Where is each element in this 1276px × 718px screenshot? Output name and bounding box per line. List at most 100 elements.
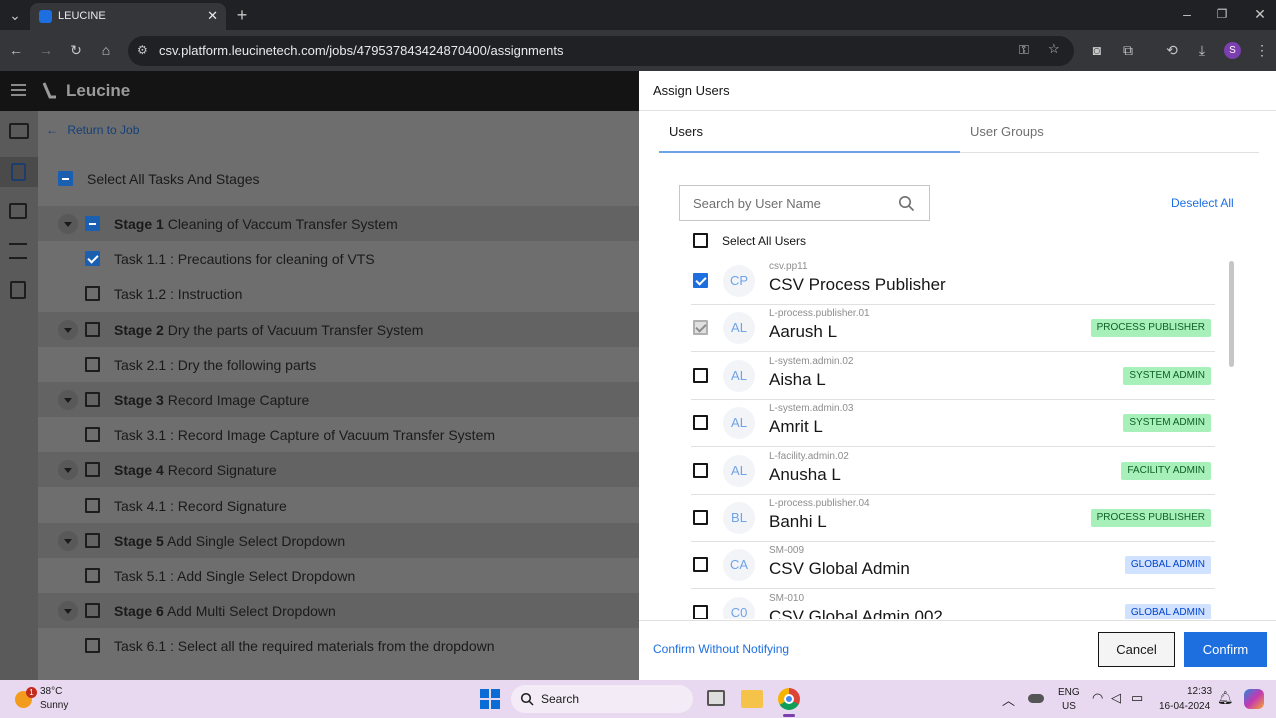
- stage-checkbox[interactable]: [85, 392, 100, 407]
- language-line1[interactable]: ENG: [1058, 687, 1080, 698]
- return-to-job-link[interactable]: ← Return to Job: [46, 123, 139, 137]
- hierarchy-icon[interactable]: [9, 243, 27, 259]
- task-row[interactable]: Task 1.2 : Instruction: [38, 276, 639, 311]
- stage-collapse-chevron-icon[interactable]: [58, 214, 78, 234]
- user-checkbox[interactable]: [693, 367, 708, 383]
- user-row[interactable]: CA SM-009 CSV Global Admin GLOBAL ADMIN: [691, 542, 1215, 590]
- inbox-icon[interactable]: [9, 123, 29, 139]
- bookmark-star-icon[interactable]: ☆: [1048, 41, 1060, 57]
- address-bar[interactable]: ⚙ csv.platform.leucinetech.com/jobs/4795…: [128, 36, 1074, 66]
- stage-collapse-chevron-icon[interactable]: [58, 390, 78, 410]
- search-input[interactable]: Search by User Name: [679, 185, 930, 221]
- task-checkbox[interactable]: [85, 251, 100, 267]
- task-checkbox[interactable]: [85, 286, 100, 302]
- deselect-all-link[interactable]: Deselect All: [1171, 196, 1234, 210]
- back-icon[interactable]: ←: [6, 40, 26, 60]
- user-row[interactable]: BL L-process.publisher.04 Banhi L PROCESS P…: [691, 495, 1215, 542]
- cancel-button[interactable]: Cancel: [1098, 632, 1175, 667]
- clock-date[interactable]: 16-04-2024: [1159, 701, 1210, 712]
- weather-widget[interactable]: 1 38°C Sunny: [12, 684, 92, 714]
- user-row[interactable]: C0 SM-010 CSV Global Admin 002 GLOBAL ADMIN: [691, 590, 1215, 619]
- user-row[interactable]: AL L-system.admin.02 Aisha L SYSTEM ADMIN: [691, 353, 1215, 400]
- stage-row[interactable]: Stage 5 Add Single Select Dropdown: [38, 522, 639, 558]
- stage-row[interactable]: Stage 2 Dry the parts of Vacuum Transfer…: [38, 311, 639, 347]
- window-close-icon[interactable]: ✕: [1250, 4, 1270, 24]
- language-line2[interactable]: US: [1062, 701, 1076, 712]
- minimize-icon[interactable]: –: [1177, 4, 1197, 24]
- stage-row[interactable]: Stage 1 Cleaning of Vaccum Transfer Syst…: [38, 206, 639, 241]
- clock-time[interactable]: 12:33: [1187, 686, 1212, 697]
- volume-icon[interactable]: ◁: [1111, 690, 1121, 706]
- tray-overflow-icon[interactable]: ︿: [1002, 690, 1015, 709]
- task-row[interactable]: Task 1.1 : Precautions for cleaning of V…: [38, 241, 639, 276]
- user-row[interactable]: AL L-process.publisher.01 Aarush L PROCESS …: [691, 305, 1215, 353]
- stage-row[interactable]: Stage 6 Add Multi Select Dropdown: [38, 593, 639, 629]
- stage-checkbox[interactable]: [85, 462, 100, 478]
- stage-checkbox[interactable]: [85, 321, 100, 337]
- task-row[interactable]: Task 2.1 : Dry the following parts: [38, 347, 639, 382]
- user-row[interactable]: AL L-system.admin.03 Amrit L SYSTEM ADMIN: [691, 400, 1215, 448]
- task-row[interactable]: Task 5.1 : Add Single Select Dropdown: [38, 558, 639, 593]
- task-row[interactable]: Task 4.1 : Record Signature: [38, 488, 639, 523]
- notification-bell-icon[interactable]: 🔔︎: [1217, 690, 1234, 706]
- stage-row[interactable]: Stage 3 Record Image Capture: [38, 382, 639, 417]
- select-all-users-row[interactable]: Select All Users: [691, 231, 991, 251]
- stage-checkbox[interactable]: [85, 532, 100, 548]
- stage-collapse-chevron-icon[interactable]: [58, 601, 78, 622]
- task-checkbox[interactable]: [85, 497, 100, 513]
- task-checkbox[interactable]: [85, 568, 100, 583]
- password-key-icon[interactable]: ⚿: [1019, 42, 1029, 58]
- user-checkbox[interactable]: [693, 604, 708, 619]
- onedrive-icon[interactable]: [1028, 694, 1044, 703]
- new-tab-icon[interactable]: +: [232, 5, 252, 25]
- user-row[interactable]: CP csv.pp11 CSV Process Publisher: [691, 258, 1215, 305]
- stage-checkbox[interactable]: [85, 216, 100, 231]
- task-view-icon[interactable]: [707, 690, 725, 706]
- stage-checkbox[interactable]: [85, 603, 100, 619]
- copilot-icon[interactable]: [1244, 689, 1264, 709]
- stage-collapse-chevron-icon[interactable]: [58, 530, 78, 551]
- user-list-scrollbar[interactable]: [1229, 261, 1234, 367]
- sync-icon[interactable]: ⟲: [1162, 40, 1182, 60]
- user-row[interactable]: AL L-facility.admin.02 Anusha L FACILITY AD…: [691, 448, 1215, 495]
- user-checkbox[interactable]: [693, 510, 708, 525]
- select-all-tasks-checkbox[interactable]: [58, 171, 73, 186]
- file-explorer-icon[interactable]: [741, 690, 763, 708]
- tab-search-icon[interactable]: ⌄: [5, 5, 25, 25]
- menu-kebab-icon[interactable]: ⋮: [1252, 40, 1272, 60]
- tab-close-icon[interactable]: ✕: [207, 8, 218, 24]
- confirm-button[interactable]: Confirm: [1184, 632, 1267, 667]
- jobs-icon[interactable]: [0, 157, 38, 187]
- site-info-icon[interactable]: ⚙: [137, 43, 148, 57]
- user-checkbox[interactable]: [693, 273, 708, 288]
- task-checkbox[interactable]: [85, 356, 100, 372]
- wifi-icon[interactable]: ◠: [1092, 690, 1103, 706]
- forward-icon[interactable]: →: [36, 40, 56, 60]
- stage-collapse-chevron-icon[interactable]: [58, 319, 78, 340]
- task-checkbox[interactable]: [85, 638, 100, 654]
- select-all-users-checkbox[interactable]: [693, 233, 708, 248]
- stage-collapse-chevron-icon[interactable]: [58, 460, 78, 481]
- tab-user-groups[interactable]: User Groups: [970, 124, 1044, 139]
- task-row[interactable]: Task 6.1 : Select all the required mater…: [38, 628, 639, 663]
- user-checkbox[interactable]: [693, 557, 708, 573]
- windows-start-icon[interactable]: [480, 689, 500, 709]
- home-icon[interactable]: ⌂: [96, 40, 116, 60]
- tab-users[interactable]: Users: [669, 124, 703, 139]
- profile-avatar[interactable]: S: [1224, 42, 1241, 59]
- browser-tab[interactable]: LEUCINE ✕: [30, 3, 226, 30]
- taskbar-search[interactable]: Search: [511, 685, 693, 713]
- download-icon[interactable]: ⤓: [1192, 40, 1212, 60]
- task-checkbox[interactable]: [85, 427, 100, 443]
- ontology-icon[interactable]: [9, 203, 27, 219]
- task-row[interactable]: Task 3.1 : Record Image Capture of Vacuu…: [38, 417, 639, 452]
- restore-icon[interactable]: ❐: [1212, 4, 1232, 24]
- screenshot-icon[interactable]: ◙: [1087, 40, 1107, 60]
- select-all-tasks-row[interactable]: Select All Tasks And Stages: [38, 160, 639, 196]
- user-checkbox[interactable]: [693, 415, 708, 431]
- reload-icon[interactable]: ↻: [66, 40, 86, 60]
- reports-icon[interactable]: [10, 281, 26, 299]
- extensions-icon[interactable]: ⧉: [1118, 40, 1138, 60]
- hamburger-menu-icon[interactable]: [11, 84, 26, 96]
- user-checkbox[interactable]: [693, 462, 708, 478]
